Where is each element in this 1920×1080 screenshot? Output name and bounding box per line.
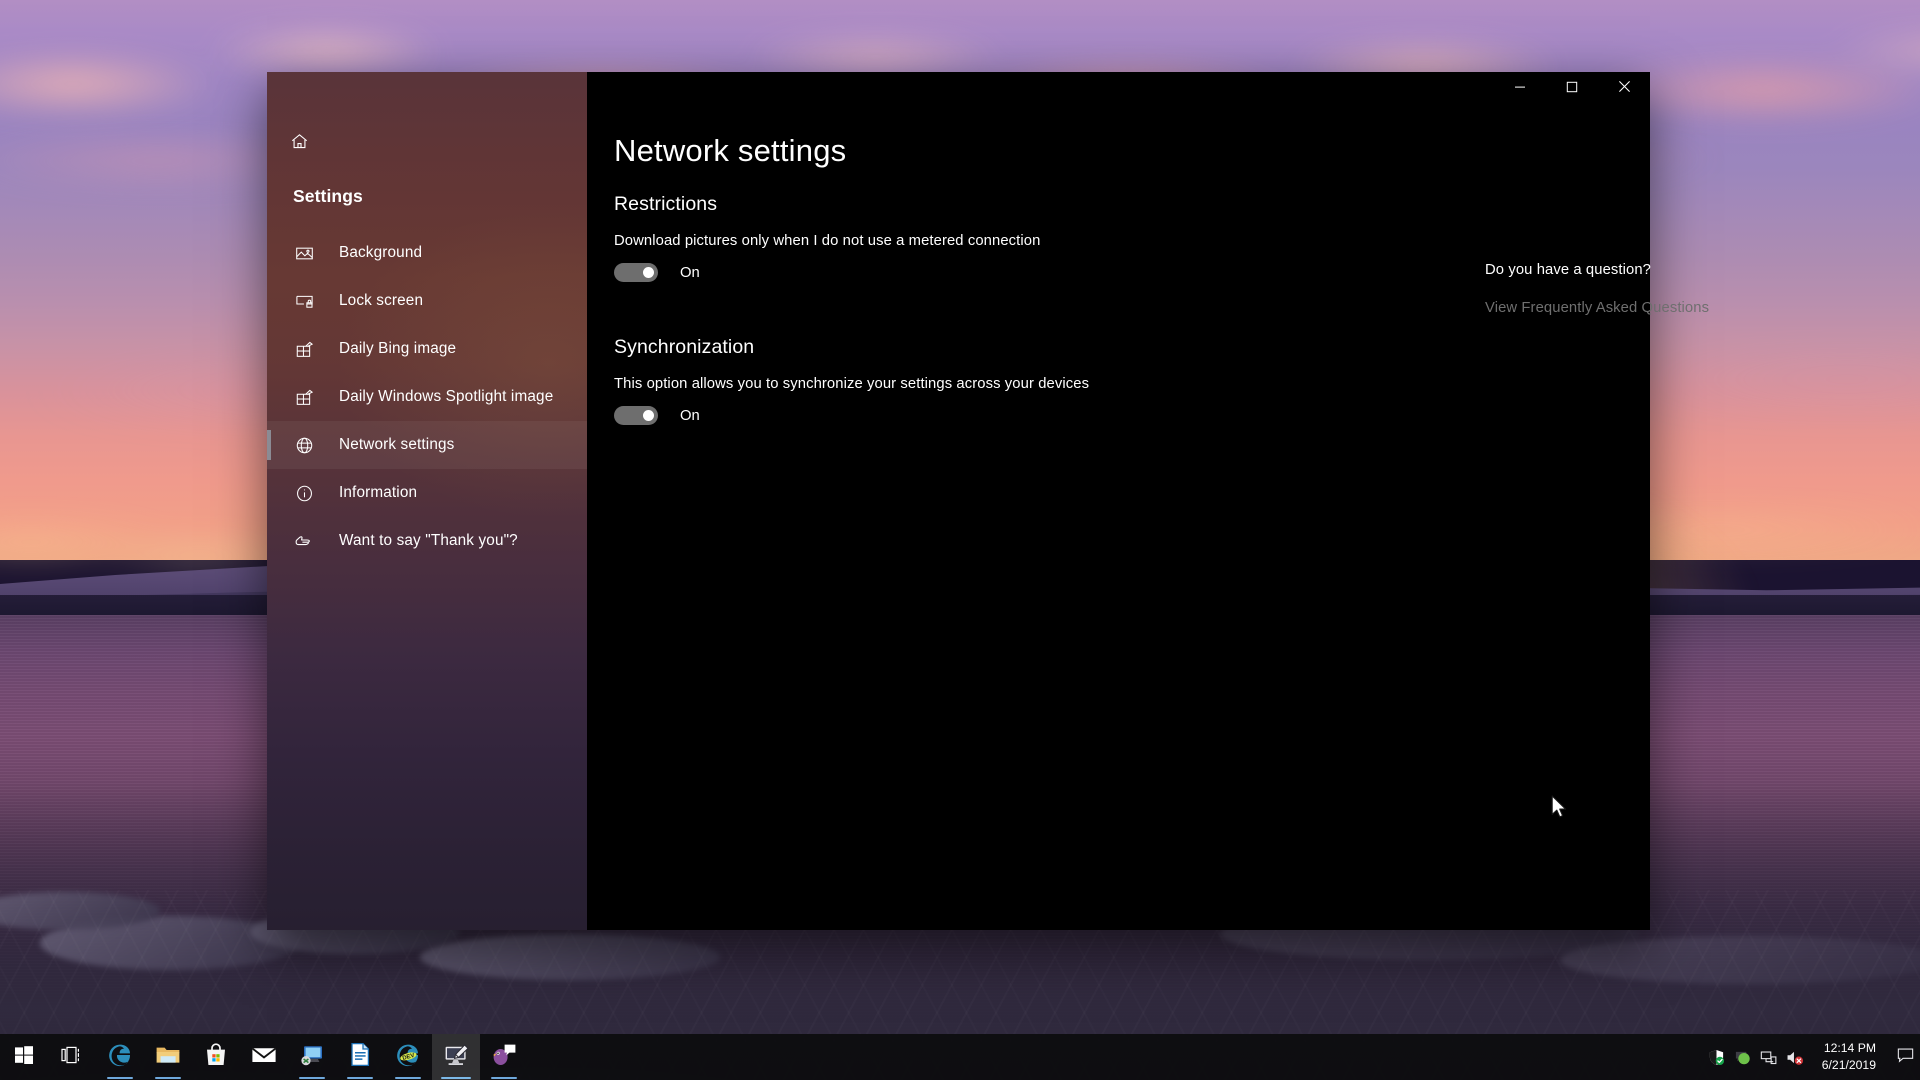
wallpaper-rock [1560,936,1920,984]
setting-description: Download pictures only when I do not use… [614,233,1650,249]
help-panel: Do you have a question? View Frequently … [1485,262,1785,317]
sidebar-item-information[interactable]: Information [267,469,587,517]
sidebar-item-network-settings[interactable]: Network settings [267,421,587,469]
edge-dev-icon: DEV [395,1042,421,1073]
taskbar-left: DEV [0,1034,528,1080]
gift-box-icon [293,386,315,408]
sidebar-item-label: Daily Bing image [339,340,456,358]
lock-screen-icon [293,290,315,312]
section-synchronization: Synchronization This option allows you t… [614,336,1650,425]
wallpaper-rock [0,892,160,930]
windows-logo-icon [14,1045,34,1070]
maximize-button[interactable] [1546,72,1598,106]
sidebar-item-background[interactable]: Background [267,229,587,277]
section-heading: Synchronization [614,336,1650,359]
setting-description: This option allows you to synchronize yo… [614,376,1650,392]
bird-chat-icon [491,1043,517,1072]
globe-icon [293,434,315,456]
remote-desktop-icon [299,1043,325,1072]
clock[interactable]: 12:14 PM 6/21/2019 [1812,1034,1890,1080]
taskbar-app-remote-desktop[interactable] [288,1034,336,1080]
monitor-brush-icon [443,1043,469,1072]
minimize-button[interactable] [1494,72,1546,106]
sidebar-item-daily-bing-image[interactable]: Daily Bing image [267,325,587,373]
navigation-sidebar: Settings Background [267,72,587,930]
help-title: Do you have a question? [1485,262,1785,278]
content-area: Network settings Restrictions Download p… [587,72,1650,930]
sidebar-item-label: Lock screen [339,292,423,310]
task-view-button[interactable] [48,1034,96,1080]
sidebar-item-label: Network settings [339,436,454,454]
start-button[interactable] [0,1034,48,1080]
synchronization-toggle[interactable] [614,406,658,425]
thumbs-up-icon [293,530,315,552]
sidebar-item-list: Background Lock screen [267,229,587,565]
toggle-row: On [614,406,1650,425]
home-icon [290,132,309,156]
sidebar-item-lock-screen[interactable]: Lock screen [267,277,587,325]
sidebar-title: Settings [267,186,587,207]
toggle-state-label: On [680,265,700,281]
picture-icon [293,242,315,264]
info-circle-icon [293,482,315,504]
windows-security-icon[interactable] [1704,1034,1730,1080]
store-bag-icon [204,1042,228,1072]
microsoft-edge-icon [107,1042,133,1073]
clock-date: 6/21/2019 [1822,1057,1876,1074]
maximize-icon [1566,80,1578,98]
toggle-knob [643,410,654,421]
wallpaper-rock [420,934,720,980]
close-button[interactable] [1598,72,1650,106]
taskbar-app-document-editor[interactable] [336,1034,384,1080]
settings-window: Settings Background [267,72,1650,930]
sidebar-item-label: Daily Windows Spotlight image [339,388,553,406]
faq-link[interactable]: View Frequently Asked Questions [1485,300,1709,316]
home-button[interactable] [275,124,323,164]
minimize-icon [1514,80,1526,98]
taskbar-app-mail[interactable] [240,1034,288,1080]
sidebar-item-thank-you[interactable]: Want to say "Thank you"? [267,517,587,565]
folder-icon [155,1043,181,1072]
taskbar-app-wallpaper-changer[interactable] [432,1034,480,1080]
close-icon [1618,80,1631,98]
green-status-icon[interactable] [1730,1034,1756,1080]
clock-time: 12:14 PM [1822,1040,1876,1057]
network-icon[interactable] [1756,1034,1782,1080]
taskbar-app-bird-chat[interactable] [480,1034,528,1080]
mail-envelope-icon [251,1045,277,1070]
wallpaper-rock [40,916,300,970]
sidebar-item-daily-windows-spotlight-image[interactable]: Daily Windows Spotlight image [267,373,587,421]
task-view-icon [61,1045,83,1070]
page-title: Network settings [614,134,1650,168]
sidebar-item-label: Background [339,244,422,262]
settings-content: Network settings Restrictions Download p… [587,72,1650,425]
metered-connection-toggle[interactable] [614,263,658,282]
window-titlebar [1494,72,1650,106]
taskbar-app-edge-dev[interactable]: DEV [384,1034,432,1080]
sidebar-item-label: Want to say "Thank you"? [339,532,518,550]
taskbar: DEV [0,1034,1920,1080]
taskbar-app-microsoft-edge[interactable] [96,1034,144,1080]
notification-center-icon [1897,1047,1914,1068]
document-icon [349,1042,371,1072]
toggle-state-label: On [680,408,700,424]
taskbar-app-microsoft-store[interactable] [192,1034,240,1080]
volume-muted-icon[interactable] [1782,1034,1808,1080]
sidebar-item-label: Information [339,484,417,502]
notification-center-button[interactable] [1890,1034,1920,1080]
toggle-knob [643,267,654,278]
gift-box-icon [293,338,315,360]
system-tray [1704,1034,1812,1080]
taskbar-app-file-explorer[interactable] [144,1034,192,1080]
section-heading: Restrictions [614,193,1650,216]
